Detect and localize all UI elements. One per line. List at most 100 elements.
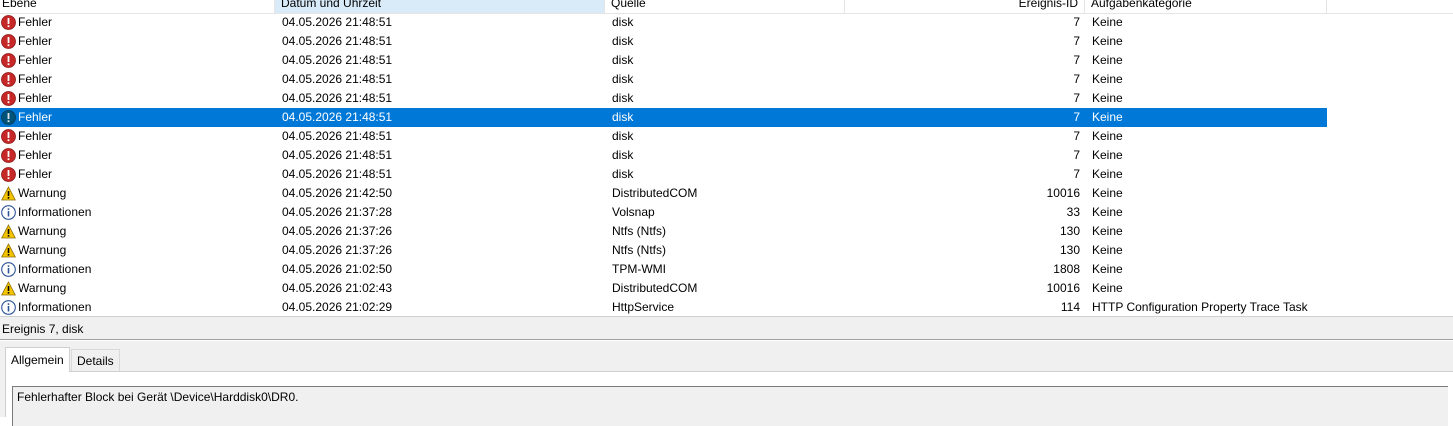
table-row[interactable]: Fehler 04.05.2026 21:48:51 disk 7 Keine (0, 32, 1327, 51)
table-row[interactable]: Fehler 04.05.2026 21:48:51 disk 7 Keine (0, 108, 1327, 127)
cell-date: 04.05.2026 21:48:51 (282, 53, 393, 67)
cell-level: Fehler (18, 129, 53, 143)
cell-date: 04.05.2026 21:02:43 (282, 281, 393, 295)
cell-source: Ntfs (Ntfs) (612, 224, 666, 238)
cell-category: Keine (1092, 129, 1123, 143)
event-list-header: Ebene Datum und Uhrzeit Quelle Ereignis-… (0, 0, 1453, 14)
cell-source: disk (612, 15, 634, 29)
cell-level: Fehler (18, 34, 53, 48)
cell-date: 04.05.2026 21:48:51 (282, 110, 393, 124)
cell-event-id: 130 (1059, 243, 1080, 257)
cell-level: Warnung (18, 243, 67, 257)
table-row[interactable]: Fehler 04.05.2026 21:48:51 disk 7 Keine (0, 127, 1327, 146)
cell-category: Keine (1092, 91, 1123, 105)
cell-category: Keine (1092, 186, 1123, 200)
cell-source: DistributedCOM (612, 186, 698, 200)
cell-level: Fehler (18, 110, 53, 124)
cell-source: disk (612, 34, 634, 48)
cell-source: disk (612, 91, 634, 105)
cell-category: Keine (1092, 148, 1123, 162)
cell-event-id: 10016 (1046, 186, 1080, 200)
cell-category: Keine (1092, 15, 1123, 29)
cell-date: 04.05.2026 21:48:51 (282, 148, 393, 162)
cell-date: 04.05.2026 21:37:26 (282, 224, 393, 238)
cell-category: Keine (1092, 281, 1123, 295)
cell-category: Keine (1092, 34, 1123, 48)
cell-source: disk (612, 110, 634, 124)
cell-event-id: 10016 (1046, 281, 1080, 295)
cell-level: Fehler (18, 53, 53, 67)
table-row[interactable]: Warnung 04.05.2026 21:02:43 DistributedCOM… (0, 279, 1327, 298)
cell-level: Informationen (18, 300, 92, 314)
cell-level: Fehler (18, 148, 53, 162)
cell-source: TPM-WMI (612, 262, 666, 276)
table-row[interactable]: Warnung 04.05.2026 21:37:26 Ntfs (Ntfs) 130… (0, 241, 1327, 260)
column-header-level[interactable]: Ebene (0, 0, 275, 13)
cell-category: Keine (1092, 224, 1123, 238)
tab-details[interactable]: Details (71, 349, 120, 371)
cell-event-id: 7 (1073, 34, 1080, 48)
cell-event-id: 7 (1073, 167, 1080, 181)
cell-event-id: 7 (1073, 15, 1080, 29)
table-row[interactable]: Fehler 04.05.2026 21:48:51 disk 7 Keine (0, 13, 1327, 32)
cell-category: HTTP Configuration Property Trace Task (1092, 300, 1308, 314)
column-header-source[interactable]: Quelle (605, 0, 845, 13)
event-message: Fehlerhafter Block bei Gerät \Device\Har… (12, 386, 1448, 426)
cell-source: disk (612, 148, 634, 162)
cell-level: Fehler (18, 91, 53, 105)
table-row[interactable]: Informationen 04.05.2026 21:37:28 Volsnap 3… (0, 203, 1327, 222)
cell-event-id: 7 (1073, 129, 1080, 143)
cell-category: Keine (1092, 110, 1123, 124)
cell-date: 04.05.2026 21:48:51 (282, 34, 393, 48)
cell-category: Keine (1092, 243, 1123, 257)
cell-date: 04.05.2026 21:48:51 (282, 91, 393, 105)
cell-date: 04.05.2026 21:48:51 (282, 15, 393, 29)
cell-date: 04.05.2026 21:02:29 (282, 300, 393, 314)
cell-event-id: 7 (1073, 72, 1080, 86)
cell-source: Ntfs (Ntfs) (612, 243, 666, 257)
table-row[interactable]: Fehler 04.05.2026 21:48:51 disk 7 Keine (0, 51, 1327, 70)
cell-date: 04.05.2026 21:48:51 (282, 72, 393, 86)
cell-level: Warnung (18, 186, 67, 200)
cell-event-id: 7 (1073, 91, 1080, 105)
cell-category: Keine (1092, 262, 1123, 276)
column-header-date[interactable]: Datum und Uhrzeit (275, 0, 605, 13)
cell-event-id: 114 (1060, 300, 1080, 314)
cell-level: Informationen (18, 205, 92, 219)
cell-category: Keine (1092, 167, 1123, 181)
cell-event-id: 7 (1073, 53, 1080, 67)
table-row[interactable]: Fehler 04.05.2026 21:48:51 disk 7 Keine (0, 165, 1327, 184)
cell-source: Volsnap (612, 205, 655, 219)
cell-date: 04.05.2026 21:48:51 (282, 129, 393, 143)
column-header-event-id[interactable]: Ereignis-ID (845, 0, 1085, 13)
cell-date: 04.05.2026 21:48:51 (282, 167, 393, 181)
table-row[interactable]: Fehler 04.05.2026 21:48:51 disk 7 Keine (0, 70, 1327, 89)
table-row[interactable]: Informationen 04.05.2026 21:02:29 HttpServ… (0, 298, 1327, 316)
cell-source: disk (612, 167, 634, 181)
cell-source: disk (612, 72, 634, 86)
cell-level: Fehler (18, 167, 53, 181)
table-row[interactable]: Warnung 04.05.2026 21:37:26 Ntfs (Ntfs) 130… (0, 222, 1327, 241)
cell-category: Keine (1092, 72, 1123, 86)
cell-level: Warnung (18, 224, 67, 238)
cell-category: Keine (1092, 53, 1123, 67)
table-row[interactable]: Fehler 04.05.2026 21:48:51 disk 7 Keine (0, 146, 1327, 165)
table-row[interactable]: Fehler 04.05.2026 21:48:51 disk 7 Keine (0, 89, 1327, 108)
table-row[interactable]: Informationen 04.05.2026 21:02:50 TPM-WMI 1… (0, 260, 1327, 279)
event-list[interactable]: Fehler 04.05.2026 21:48:51 disk 7 Keine Fehle… (0, 13, 1453, 316)
cell-date: 04.05.2026 21:37:26 (282, 243, 393, 257)
cell-date: 04.05.2026 21:37:28 (282, 205, 393, 219)
cell-date: 04.05.2026 21:42:50 (282, 186, 393, 200)
detail-panel: Details Allgemein Fehlerhafter Block bei… (0, 341, 1453, 426)
cell-event-id: 7 (1073, 148, 1080, 162)
cell-source: DistributedCOM (612, 281, 698, 295)
cell-level: Warnung (18, 281, 67, 295)
cell-event-id: 33 (1066, 205, 1080, 219)
cell-event-id: 1808 (1053, 262, 1080, 276)
cell-source: HttpService (612, 300, 675, 314)
cell-level: Informationen (18, 262, 92, 276)
tab-allgemein[interactable]: Allgemein (5, 347, 70, 372)
cell-source: disk (612, 53, 634, 67)
column-header-category[interactable]: Aufgabenkategorie (1085, 0, 1327, 13)
table-row[interactable]: Warnung 04.05.2026 21:42:50 DistributedCOM… (0, 184, 1327, 203)
